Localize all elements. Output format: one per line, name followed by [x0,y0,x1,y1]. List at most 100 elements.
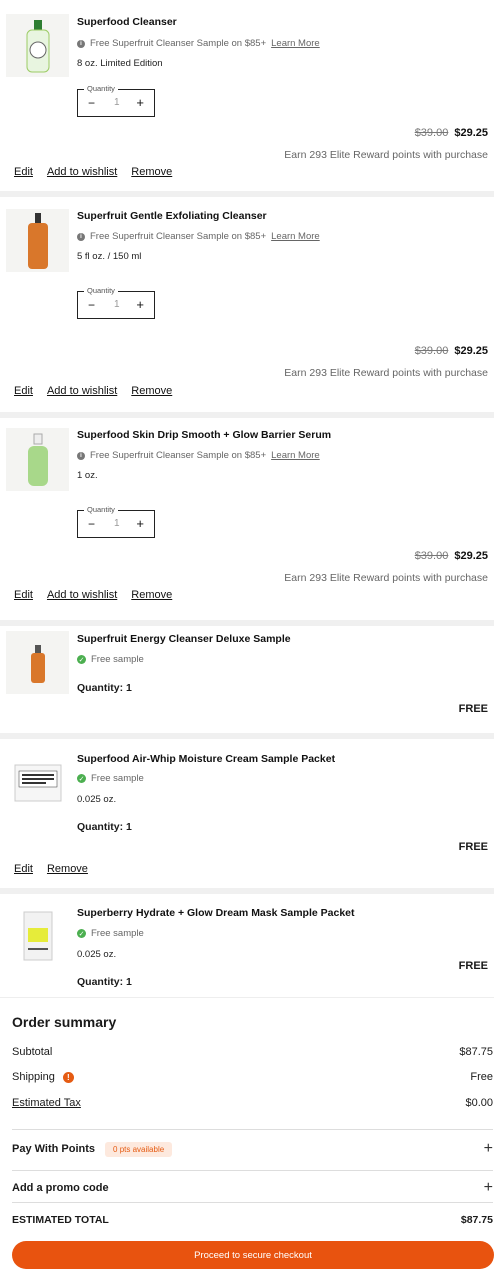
shipping-label: Shipping [12,1071,55,1083]
sale-price: $29.25 [454,345,488,357]
product-name[interactable]: Superfood Skin Drip Smooth + Glow Barrie… [77,429,331,441]
reward-points-text: Earn 293 Elite Reward points with purcha… [284,572,488,584]
checkout-button[interactable]: Proceed to secure checkout [12,1241,494,1269]
product-name[interactable]: Superfood Air-Whip Moisture Cream Sample… [77,753,335,765]
quantity-value[interactable]: 1 [114,518,120,529]
pay-with-points-label: Pay With Points [12,1143,96,1155]
learn-more-link[interactable]: Learn More [271,38,320,49]
tax-value: $0.00 [465,1097,493,1109]
cart-item: Superfood Cleanser i Free Superfruit Cle… [0,0,494,190]
info-icon[interactable]: ! [62,1071,74,1083]
divider [12,1202,493,1203]
product-image[interactable] [6,14,69,77]
quantity-decrease-button[interactable]: − [88,517,95,531]
price: $39.00 $29.25 [415,550,488,562]
product-name[interactable]: Superfruit Energy Cleanser Deluxe Sample [77,633,291,645]
remove-link[interactable]: Remove [131,589,172,601]
product-image[interactable] [6,751,69,814]
item-actions: Edit Remove [14,863,102,875]
tax-row: Estimated Tax $0.00 [12,1097,493,1109]
edit-link[interactable]: Edit [14,863,33,875]
reward-points-text: Earn 293 Elite Reward points with purcha… [284,149,488,161]
points-badge: 0 pts available [105,1141,173,1157]
check-icon: ✓ [77,655,86,664]
edit-link[interactable]: Edit [14,385,33,397]
promo-code-accordion[interactable]: Add a promo code + [12,1179,493,1197]
subtotal-label: Subtotal [12,1046,53,1058]
quantity-decrease-button[interactable]: − [88,96,95,110]
product-image[interactable] [6,209,69,272]
quantity-value[interactable]: 1 [114,299,120,310]
order-summary-title: Order summary [12,1014,117,1030]
quantity-stepper: Quantity − 1 + [77,286,155,319]
sale-price: $29.25 [454,550,488,562]
promo-note: i Free Superfruit Cleanser Sample on $85… [77,450,320,461]
reward-points-text: Earn 293 Elite Reward points with purcha… [284,367,488,379]
sample-price: FREE [458,841,488,853]
product-size: 0.025 oz. [77,794,117,805]
estimated-total-value: $87.75 [460,1214,493,1226]
add-to-wishlist-link[interactable]: Add to wishlist [47,589,117,601]
quantity-stepper: Quantity − 1 + [77,84,155,117]
item-actions: Edit Add to wishlist Remove [14,589,186,601]
divider [12,1129,493,1130]
quantity-legend: Quantity [84,84,118,93]
divider [12,1170,493,1171]
sample-price: FREE [458,960,488,972]
pay-with-points-accordion[interactable]: Pay With Points 0 pts available + [12,1140,493,1158]
check-icon: ✓ [77,774,86,783]
sample-note: ✓ Free sample [77,773,144,784]
item-actions: Edit Add to wishlist Remove [14,166,186,178]
estimated-total-label: ESTIMATED TOTAL [12,1214,109,1226]
original-price: $39.00 [414,127,449,139]
original-price: $39.00 [414,345,449,357]
quantity-increase-button[interactable]: + [136,516,144,531]
cart-item: Superfruit Gentle Exfoliating Cleanser i… [0,197,494,409]
product-size: 5 fl oz. / 150 ml [77,251,142,262]
remove-link[interactable]: Remove [131,166,172,178]
sample-note: ✓ Free sample [77,928,144,939]
remove-link[interactable]: Remove [47,863,88,875]
subtotal-value: $87.75 [459,1046,493,1058]
plus-icon[interactable]: + [484,1179,493,1197]
add-to-wishlist-link[interactable]: Add to wishlist [47,385,117,397]
edit-link[interactable]: Edit [14,589,33,601]
quantity-legend: Quantity [84,286,118,295]
sale-price: $29.25 [454,127,488,139]
add-to-wishlist-link[interactable]: Add to wishlist [47,166,117,178]
check-icon: ✓ [77,929,86,938]
info-icon: i [77,451,85,460]
product-image[interactable] [6,904,69,967]
shipping-row: Shipping! Free [12,1071,493,1083]
quantity-increase-button[interactable]: + [136,95,144,110]
subtotal-row: Subtotal $87.75 [12,1046,493,1058]
quantity-stepper: Quantity − 1 + [77,505,155,538]
learn-more-link[interactable]: Learn More [271,450,320,461]
edit-link[interactable]: Edit [14,166,33,178]
estimated-tax-link[interactable]: Estimated Tax [12,1097,81,1109]
info-icon: i [77,232,85,241]
promo-note: i Free Superfruit Cleanser Sample on $85… [77,38,320,49]
product-image[interactable] [6,631,69,694]
plus-icon[interactable]: + [484,1140,493,1158]
price: $39.00 $29.25 [415,127,488,139]
sample-item: Superfood Air-Whip Moisture Cream Sample… [0,739,494,887]
product-name[interactable]: Superberry Hydrate + Glow Dream Mask Sam… [77,907,355,919]
product-image[interactable] [6,428,69,491]
product-name[interactable]: Superfood Cleanser [77,16,177,28]
remove-link[interactable]: Remove [131,385,172,397]
quantity-value[interactable]: 1 [114,97,120,108]
product-name[interactable]: Superfruit Gentle Exfoliating Cleanser [77,210,267,222]
quantity-legend: Quantity [84,505,118,514]
cart-item: Superfood Skin Drip Smooth + Glow Barrie… [0,418,494,623]
learn-more-link[interactable]: Learn More [271,231,320,242]
quantity-increase-button[interactable]: + [136,297,144,312]
quantity-text: Quantity: 1 [77,821,132,833]
shipping-value: Free [470,1071,493,1083]
quantity-decrease-button[interactable]: − [88,298,95,312]
quantity-text: Quantity: 1 [77,682,132,694]
original-price: $39.00 [414,550,449,562]
price: $39.00 $29.25 [415,345,488,357]
sample-item: Superberry Hydrate + Glow Dream Mask Sam… [0,894,494,996]
product-size: 1 oz. [77,470,98,481]
